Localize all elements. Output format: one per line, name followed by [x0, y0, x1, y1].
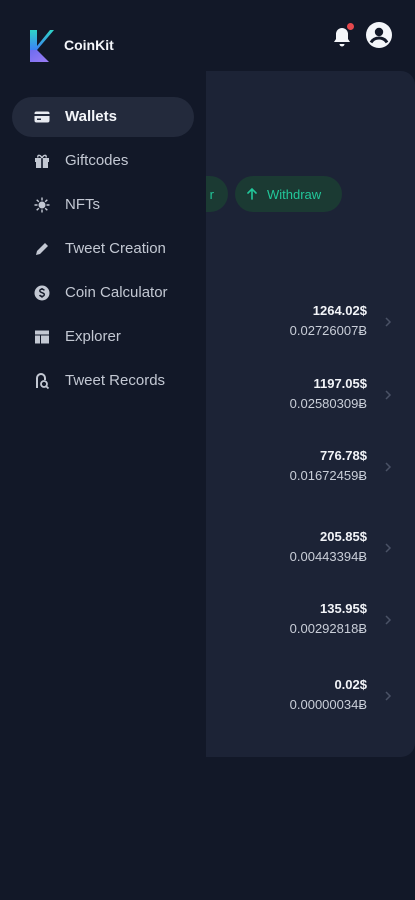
wallet-btc-value: 0.00443394Ƀ [289, 549, 367, 564]
chevron-right-icon [385, 462, 392, 472]
nav-item-label: Explorer [65, 328, 121, 345]
coinkit-logo-icon [30, 30, 54, 62]
pencil-icon [36, 243, 48, 255]
withdraw-button[interactable]: Withdraw [235, 176, 342, 212]
chevron-right-icon [385, 390, 392, 400]
wallet-row[interactable]: 135.95$ 0.00292818Ƀ [206, 601, 415, 645]
wallet-usd-value: 135.95$ [320, 601, 367, 616]
account-icon[interactable] [366, 22, 392, 48]
wallet-row[interactable]: 1264.02$ 0.02726007Ƀ [206, 303, 415, 347]
nav-item-tweet-records[interactable]: Tweet Records [12, 361, 194, 401]
wallet-row[interactable]: 205.85$ 0.00443394Ƀ [206, 529, 415, 573]
top-bar: CoinKit [0, 0, 415, 70]
withdraw-label: Withdraw [267, 186, 322, 202]
arrow-up-icon [247, 187, 257, 200]
wallet-usd-value: 0.02$ [334, 677, 367, 692]
nav-item-label: Wallets [65, 108, 117, 125]
wallet-icon [34, 111, 50, 123]
wallet-btc-value: 0.01672459Ƀ [289, 468, 367, 483]
nav-item-giftcodes[interactable]: Giftcodes [12, 141, 194, 181]
nav-item-label: NFTs [65, 196, 100, 213]
notification-dot [347, 23, 354, 30]
nav-drawer: Wallets Giftcodes NFTs Tweet Creation Co… [0, 70, 206, 900]
chevron-right-icon [385, 691, 392, 701]
transfer-label-fragment: r [209, 186, 214, 202]
wallet-row[interactable]: 776.78$ 0.01672459Ƀ [206, 448, 415, 492]
wallet-btc-value: 0.00000034Ƀ [289, 697, 367, 712]
nav-item-nfts[interactable]: NFTs [12, 185, 194, 225]
wallet-usd-value: 1197.05$ [313, 376, 367, 391]
wallet-usd-value: 205.85$ [320, 529, 367, 544]
wallet-btc-value: 0.00292818Ƀ [289, 621, 367, 636]
chevron-right-icon [385, 543, 392, 553]
nav-item-label: Giftcodes [65, 152, 129, 169]
app-name: CoinKit [64, 37, 114, 53]
wallet-btc-value: 0.02580309Ƀ [289, 396, 367, 411]
nav-item-tweet-creation[interactable]: Tweet Creation [12, 229, 194, 269]
nav-item-coin-calculator[interactable]: Coin Calculator [12, 273, 194, 313]
chevron-right-icon [385, 317, 392, 327]
wallet-btc-value: 0.02726007Ƀ [289, 323, 367, 338]
wallet-usd-value: 776.78$ [320, 448, 367, 463]
gift-icon [35, 154, 49, 168]
nav-item-explorer[interactable]: Explorer [12, 317, 194, 357]
nft-icon [34, 197, 50, 213]
nav-item-label: Tweet Records [65, 372, 166, 389]
dollar-coin-icon [34, 285, 50, 301]
records-icon [36, 373, 50, 390]
nav-item-label: Tweet Creation [65, 240, 166, 257]
wallet-row[interactable]: 1197.05$ 0.02580309Ƀ [206, 376, 415, 420]
chevron-right-icon [385, 615, 392, 625]
nav-item-wallets[interactable]: Wallets [12, 97, 194, 137]
explorer-icon [35, 330, 49, 344]
wallet-row[interactable]: 0.02$ 0.00000034Ƀ [206, 677, 415, 721]
nav-item-label: Coin Calculator [65, 284, 168, 301]
wallet-usd-value: 1264.02$ [312, 303, 367, 318]
